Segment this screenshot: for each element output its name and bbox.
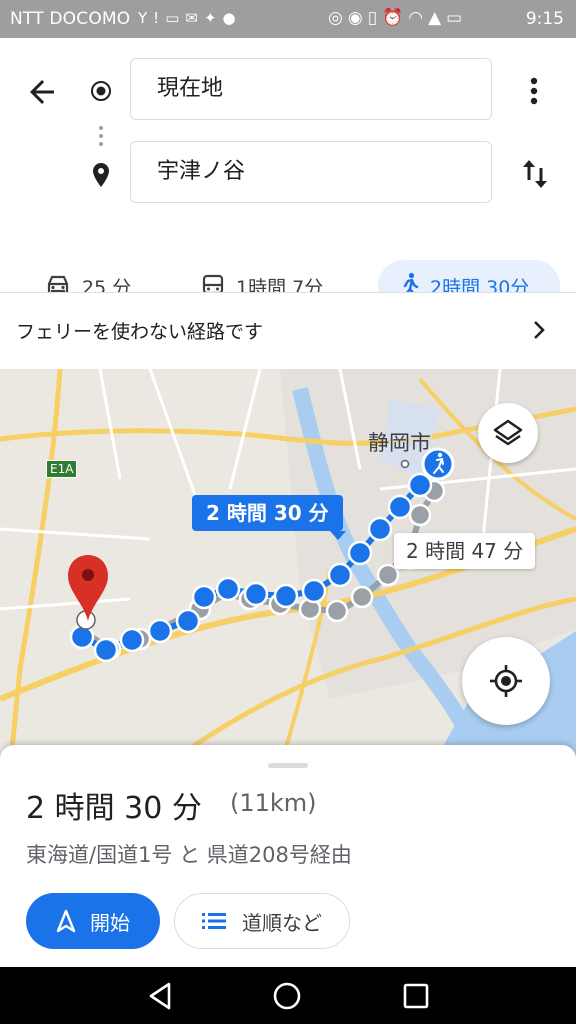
recents-square-icon[interactable]: [402, 981, 430, 1011]
mail-icon: ✉: [185, 9, 204, 27]
road-shield-label: E1A: [46, 460, 78, 478]
route-via: 東海道/国道1号 と 県道208号経由: [26, 843, 352, 867]
location-icon: ◉: [347, 8, 368, 28]
map-view[interactable]: E1A 静岡市 2 時間 30 分 2 時間 47 分: [0, 369, 576, 769]
crosshair-icon: [490, 665, 522, 697]
system-nav-bar: [0, 967, 576, 1024]
home-circle-icon[interactable]: [272, 981, 302, 1011]
baseball-icon: ●: [222, 9, 242, 27]
status-bar: NTT DOCOMO Y!▭✉✦● ◎◉▯⏰◠▲▭ 9:15: [0, 0, 576, 38]
navigation-arrow-icon: [56, 909, 76, 933]
layers-button[interactable]: [478, 403, 538, 463]
layers-icon: [493, 419, 523, 446]
notification-icons: Y!▭✉✦●: [138, 9, 242, 27]
route-distance: (11km): [230, 789, 317, 817]
destination-pin-icon: [93, 163, 109, 187]
system-icons: ◎◉▯⏰◠▲▭: [328, 8, 467, 28]
start-navigation-button[interactable]: 開始: [26, 893, 160, 949]
steps-label: 道順など: [242, 910, 322, 935]
route-notice-text: フェリーを使わない経路です: [16, 321, 264, 343]
destination-pin: [68, 555, 108, 630]
line-icon: ▭: [165, 9, 186, 27]
vibrate-icon: ▯: [367, 8, 383, 28]
battery-icon: ▭: [446, 8, 468, 28]
more-vert-icon: [530, 77, 538, 105]
sheet-drag-handle[interactable]: [268, 763, 308, 768]
list-icon: [202, 913, 226, 929]
signal-4g-icon: ▲: [428, 8, 447, 28]
clock: 9:15: [525, 9, 564, 29]
chevron-right-icon: [534, 321, 545, 339]
swap-button[interactable]: [520, 156, 550, 192]
swap-vert-icon: [523, 160, 547, 188]
alt-route-label[interactable]: 2 時間 47 分: [394, 533, 536, 569]
carrier-name: NTT DOCOMO: [10, 9, 131, 29]
alarm-icon: ⏰: [382, 8, 409, 28]
route-notice[interactable]: フェリーを使わない経路です: [0, 293, 576, 369]
back-triangle-icon[interactable]: [146, 981, 174, 1011]
city-label: 静岡市: [368, 431, 431, 455]
directions-header: 現在地 宇津ノ谷 25 分 1時間 7分 2時間 30分: [0, 38, 576, 312]
steps-button[interactable]: 道順など: [174, 893, 350, 949]
primary-route-label[interactable]: 2 時間 30 分: [192, 495, 346, 540]
my-location-button[interactable]: [462, 637, 550, 725]
route-summary-sheet: 2 時間 30 分 (11km) 東海道/国道1号 と 県道208号経由 開始 …: [0, 745, 576, 967]
arrow-left-icon: [30, 80, 54, 104]
origin-input[interactable]: 現在地: [130, 58, 492, 120]
start-label: 開始: [90, 910, 130, 935]
yahoo-icon: Y!: [138, 9, 166, 27]
more-options-button[interactable]: [520, 74, 548, 108]
wifi-icon: ◠: [408, 8, 429, 28]
route-duration: 2 時間 30 分: [26, 791, 202, 826]
origin-dot-icon: [91, 81, 111, 101]
twitter-icon: ✦: [203, 9, 223, 27]
back-button[interactable]: [24, 74, 60, 110]
destination-input[interactable]: 宇津ノ谷: [130, 141, 492, 203]
nfc-icon: ◎: [328, 8, 348, 28]
route-connector-dots: [99, 122, 103, 150]
